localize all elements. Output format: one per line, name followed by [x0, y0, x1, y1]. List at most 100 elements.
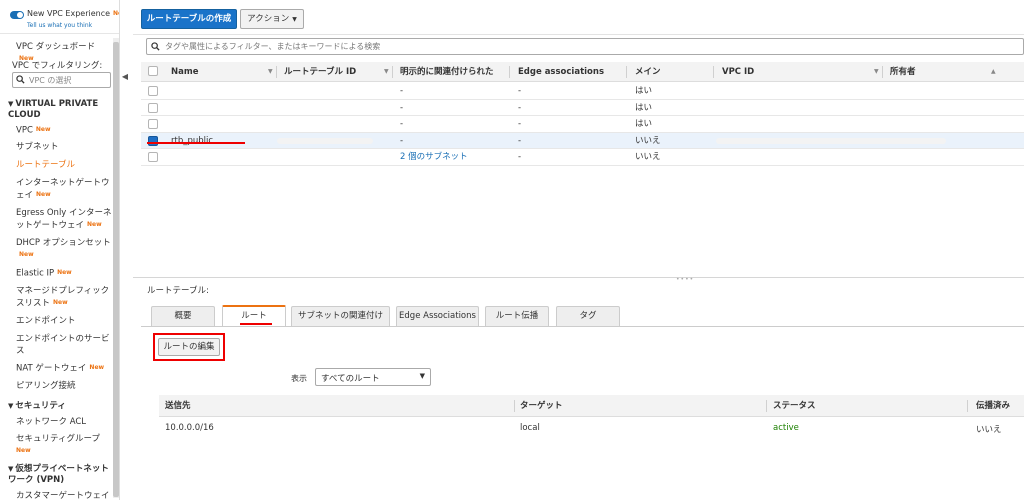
- vpc-filter-placeholder: VPC の選択: [29, 76, 72, 85]
- column-header-main[interactable]: メイン: [635, 62, 661, 82]
- row-checkbox[interactable]: [148, 86, 158, 96]
- column-header-edge-associations[interactable]: Edge associations: [518, 62, 605, 82]
- cell-explicit-subnets-link[interactable]: 2 個のサブネット: [400, 149, 468, 165]
- table-row[interactable]: - - はい: [141, 116, 1024, 133]
- cell-edge: -: [518, 152, 522, 162]
- table-row-selected[interactable]: rtb_public - - いいえ: [141, 132, 1024, 149]
- route-propagated: いいえ: [976, 425, 1002, 435]
- panel-splitter[interactable]: [133, 277, 1024, 278]
- section-security[interactable]: ▼ セキュリティ: [8, 401, 114, 412]
- table-row[interactable]: - - はい: [141, 100, 1024, 116]
- chevron-down-icon: ▼: [292, 16, 297, 23]
- tab-summary[interactable]: 概要: [151, 306, 215, 326]
- new-experience-title: New VPC ExperienceNew: [27, 9, 119, 18]
- cell-explicit: -: [400, 86, 404, 96]
- sidebar-item-network-acl[interactable]: ネットワーク ACL: [16, 416, 112, 428]
- sidebar-item-peering[interactable]: ピアリング接続: [16, 380, 112, 392]
- column-header-explicit-association[interactable]: 明示的に関連付けられた: [400, 62, 494, 82]
- routes-table-header: [159, 395, 1024, 417]
- column-header-destination[interactable]: 送信先: [165, 395, 191, 417]
- sidebar-scrollbar-thumb[interactable]: [113, 42, 119, 497]
- cell-main: はい: [635, 119, 653, 129]
- redacted-route-table-id: [277, 137, 373, 144]
- cell-explicit: -: [400, 135, 404, 146]
- sidebar-item-route-tables[interactable]: ルートテーブル: [16, 159, 112, 171]
- select-all-checkbox[interactable]: [148, 66, 158, 76]
- tab-tags[interactable]: タグ: [556, 306, 620, 326]
- sort-icon[interactable]: ▼: [268, 62, 273, 82]
- search-icon: [151, 42, 160, 51]
- row-checkbox[interactable]: [148, 152, 158, 162]
- sort-icon[interactable]: ▼: [384, 62, 389, 82]
- detail-panel-label: ルートテーブル:: [147, 286, 209, 296]
- collapse-sidebar-icon[interactable]: ◀: [120, 72, 130, 84]
- sidebar-item-endpoint-services[interactable]: エンドポイントのサービス: [16, 333, 112, 357]
- collapse-triangle-icon: ▼: [8, 465, 14, 473]
- sort-ascending-icon[interactable]: ▲: [991, 62, 996, 82]
- column-divider: [514, 400, 515, 412]
- tab-subnet-associations[interactable]: サブネットの関連付け: [291, 306, 390, 326]
- section-virtual-private-cloud[interactable]: ▼ VIRTUAL PRIVATE CLOUD: [8, 99, 114, 121]
- route-target: local: [520, 423, 540, 433]
- cell-explicit: -: [400, 119, 404, 129]
- column-header-route-table-id[interactable]: ルートテーブル ID: [284, 62, 357, 82]
- column-divider: [766, 400, 767, 412]
- tab-route-propagation[interactable]: ルート伝播: [485, 306, 549, 326]
- cell-main: はい: [635, 102, 653, 113]
- sidebar-item-vpc[interactable]: VPC New: [16, 124, 112, 137]
- sidebar-item-dhcp-options[interactable]: DHCP オプションセットNew: [16, 237, 112, 262]
- sidebar-item-nat-gateways[interactable]: NAT ゲートウェイ New: [16, 362, 112, 375]
- column-divider: [509, 66, 510, 78]
- sidebar-item-security-groups[interactable]: セキュリティグループ New: [16, 433, 112, 458]
- column-divider: [626, 66, 627, 78]
- sidebar-item-egress-only-gateways[interactable]: Egress Only インターネットゲートウェイ New: [16, 207, 112, 232]
- column-header-owner[interactable]: 所有者: [890, 62, 916, 82]
- show-filter-label: 表示: [291, 374, 307, 383]
- sidebar-item-endpoints[interactable]: エンドポイント: [16, 315, 112, 327]
- create-route-table-button[interactable]: ルートテーブルの作成: [141, 9, 237, 29]
- feedback-link[interactable]: Tell us what you think: [27, 22, 92, 29]
- collapse-triangle-icon: ▼: [8, 402, 14, 410]
- sidebar-item-elastic-ip[interactable]: Elastic IP New: [16, 267, 112, 280]
- search-input[interactable]: タグや属性によるフィルター、またはキーワードによる検索: [146, 38, 1024, 55]
- toolbar-divider: [133, 34, 1024, 35]
- sidebar: New VPC ExperienceNew Tell us what you t…: [0, 0, 120, 500]
- cell-explicit: -: [400, 102, 404, 113]
- actions-button[interactable]: アクション ▼: [240, 9, 304, 29]
- new-experience-toggle[interactable]: [10, 11, 24, 19]
- vpc-filter-label: VPC でフィルタリング:: [12, 61, 103, 71]
- sidebar-item-internet-gateways[interactable]: インターネットゲートウェイ New: [16, 177, 112, 202]
- column-divider: [713, 66, 714, 78]
- tab-edge-associations[interactable]: Edge Associations: [396, 306, 479, 326]
- row-checkbox[interactable]: [148, 119, 158, 129]
- annotation-highlight-box: [153, 333, 225, 361]
- collapse-triangle-icon: ▼: [8, 100, 14, 108]
- annotation-underline: [240, 323, 272, 325]
- row-checkbox-checked[interactable]: [148, 135, 158, 146]
- column-header-propagated[interactable]: 伝播済み: [976, 395, 1010, 417]
- route-filter-select[interactable]: すべてのルート ▼: [315, 368, 431, 386]
- column-divider: [967, 400, 968, 412]
- column-header-vpc-id[interactable]: VPC ID: [722, 62, 755, 82]
- chevron-down-icon: ▼: [419, 372, 425, 380]
- cell-edge: -: [518, 119, 522, 129]
- cell-main: いいえ: [635, 135, 661, 146]
- column-header-target[interactable]: ターゲット: [520, 395, 563, 417]
- column-header-name[interactable]: Name: [171, 62, 199, 82]
- sort-icon[interactable]: ▼: [874, 62, 879, 82]
- table-row[interactable]: - - はい: [141, 83, 1024, 100]
- table-row[interactable]: 2 個のサブネット - いいえ: [141, 149, 1024, 166]
- sidebar-item-customer-gateways[interactable]: カスタマーゲートウェイ: [16, 490, 112, 500]
- vpc-filter-select[interactable]: VPC の選択: [12, 72, 111, 88]
- cell-main: いいえ: [635, 152, 661, 162]
- cell-edge: -: [518, 135, 522, 146]
- section-vpn[interactable]: ▼ 仮想プライベートネットワーク (VPN): [8, 464, 114, 486]
- redacted-vpc-id: [716, 137, 946, 144]
- splitter-handle-icon[interactable]: ••••: [676, 276, 694, 283]
- route-status: active: [773, 423, 799, 433]
- column-header-status[interactable]: ステータス: [773, 395, 816, 417]
- sidebar-item-managed-prefix-lists[interactable]: マネージドプレフィックスリスト New: [16, 285, 112, 310]
- sidebar-item-subnets[interactable]: サブネット: [16, 141, 112, 153]
- row-checkbox[interactable]: [148, 102, 158, 113]
- tab-bar-divider: [141, 326, 1024, 327]
